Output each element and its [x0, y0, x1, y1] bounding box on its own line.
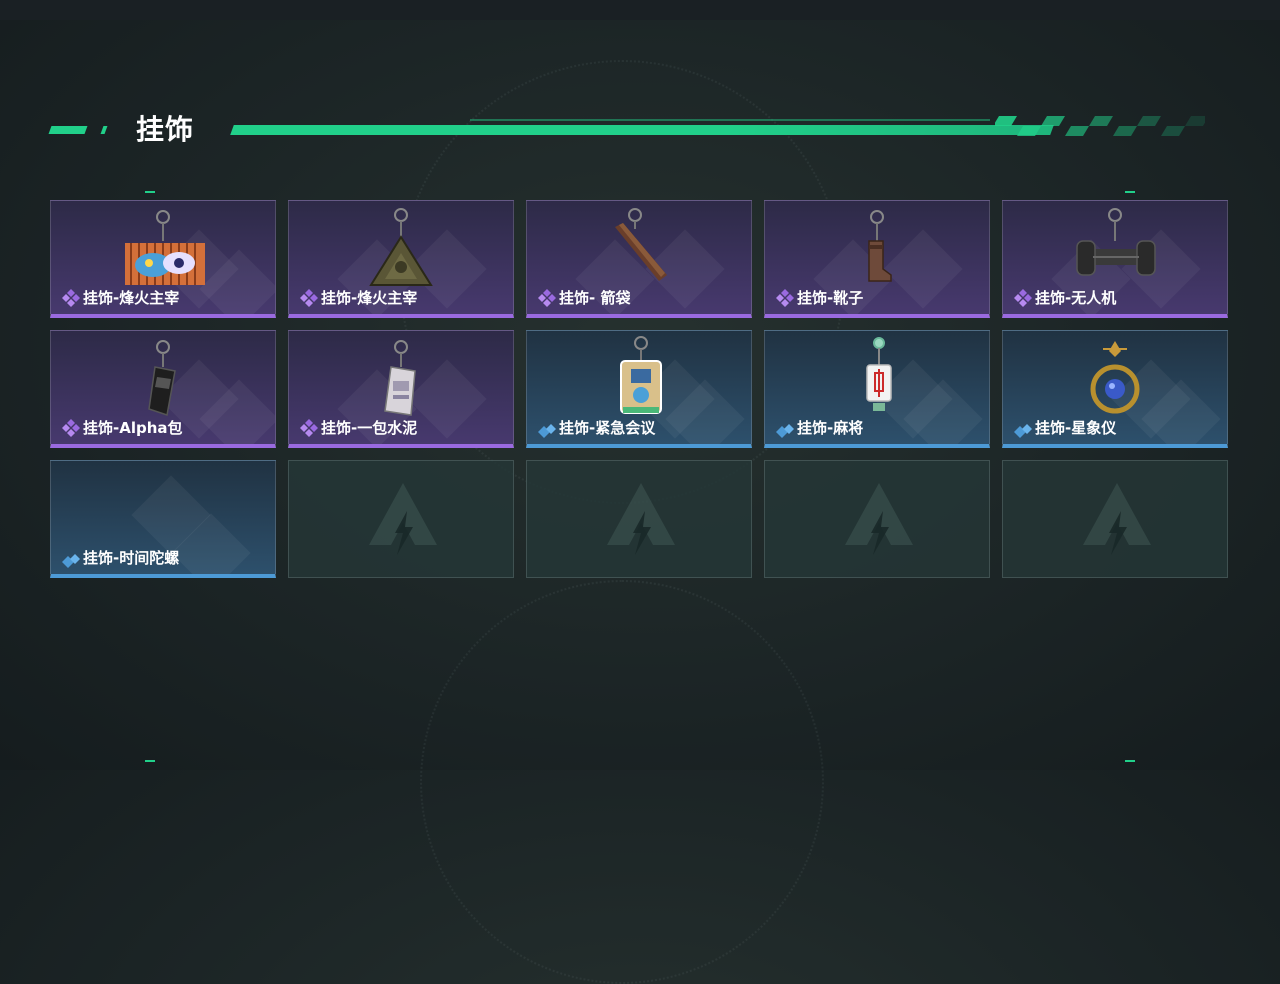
astrolabe-charm-icon	[1090, 341, 1140, 414]
purple-rarity-icon	[538, 289, 556, 307]
item-label: 挂饰-一包水泥	[321, 419, 418, 437]
item-label: 挂饰-时间陀螺	[83, 549, 180, 567]
blue-rarity-icon	[776, 424, 794, 438]
item-label: 挂饰-烽火主宰	[321, 289, 418, 307]
header-accent	[48, 126, 88, 134]
game-logo-icon	[607, 483, 675, 555]
header-thin-line	[470, 119, 990, 121]
item-label: 挂饰- 箭袋	[559, 289, 631, 307]
item-label: 挂饰-星象仪	[1035, 419, 1117, 437]
item-card[interactable]: 挂饰- 箭袋	[526, 200, 752, 318]
item-card[interactable]: 挂饰-靴子	[764, 200, 990, 318]
header-checker-pattern	[995, 116, 1205, 136]
item-card[interactable]: 挂饰-时间陀螺	[50, 460, 276, 578]
triangle-pendant-charm-icon	[369, 208, 433, 286]
purple-rarity-icon	[62, 289, 80, 307]
corner-mark	[1125, 760, 1135, 762]
background-ring	[420, 580, 824, 984]
item-card[interactable]: 挂饰-烽火主宰	[50, 200, 276, 318]
game-logo-icon	[369, 483, 437, 555]
section-header: 挂饰	[48, 108, 1210, 148]
item-label: 挂饰-无人机	[1035, 289, 1117, 307]
mahjong-tile-charm-icon	[866, 337, 892, 411]
empty-slot[interactable]	[526, 460, 752, 578]
boot-charm-icon	[868, 210, 892, 282]
corner-mark	[145, 760, 155, 762]
item-card[interactable]: 挂饰-紧急会议	[526, 330, 752, 448]
drone-charm-icon	[1076, 208, 1156, 276]
item-card[interactable]: 挂饰-无人机	[1002, 200, 1228, 318]
purple-rarity-icon	[1014, 289, 1032, 307]
top-bar	[0, 0, 1280, 20]
item-label: 挂饰-靴子	[797, 289, 864, 307]
item-label: 挂饰-麻将	[797, 419, 864, 437]
colorful-panel-charm-icon	[125, 210, 205, 285]
item-label: 挂饰-Alpha包	[83, 419, 183, 437]
purple-rarity-icon	[300, 289, 318, 307]
emergency-meeting-charm-icon	[620, 336, 662, 414]
game-logo-icon	[1083, 483, 1151, 555]
item-card[interactable]: 挂饰-烽火主宰	[288, 200, 514, 318]
item-card[interactable]: 挂饰-Alpha包	[50, 330, 276, 448]
header-accent	[100, 126, 108, 134]
blue-rarity-icon	[538, 424, 556, 438]
item-grid: 挂饰-烽火主宰 挂饰-烽火主宰 挂饰- 箭袋 挂饰-靴子 挂饰-无人机 挂饰-A…	[50, 200, 1230, 580]
purple-rarity-icon	[776, 289, 794, 307]
quiver-charm-icon	[615, 208, 667, 281]
page-title: 挂饰	[136, 113, 195, 146]
corner-mark	[145, 191, 155, 193]
empty-slot[interactable]	[764, 460, 990, 578]
alpha-bag-charm-icon	[148, 340, 176, 416]
empty-slot[interactable]	[1002, 460, 1228, 578]
item-card[interactable]: 挂饰-一包水泥	[288, 330, 514, 448]
blue-rarity-icon	[1014, 424, 1032, 438]
item-card[interactable]: 挂饰-麻将	[764, 330, 990, 448]
item-card[interactable]: 挂饰-星象仪	[1002, 330, 1228, 448]
corner-mark	[1125, 191, 1135, 193]
item-label: 挂饰-烽火主宰	[83, 289, 180, 307]
blue-rarity-icon	[62, 554, 80, 568]
header-line	[230, 125, 1054, 135]
purple-rarity-icon	[300, 419, 318, 437]
purple-rarity-icon	[62, 419, 80, 437]
empty-slot[interactable]	[288, 460, 514, 578]
item-label: 挂饰-紧急会议	[559, 419, 656, 437]
game-logo-icon	[845, 483, 913, 555]
cement-bag-charm-icon	[384, 340, 416, 416]
